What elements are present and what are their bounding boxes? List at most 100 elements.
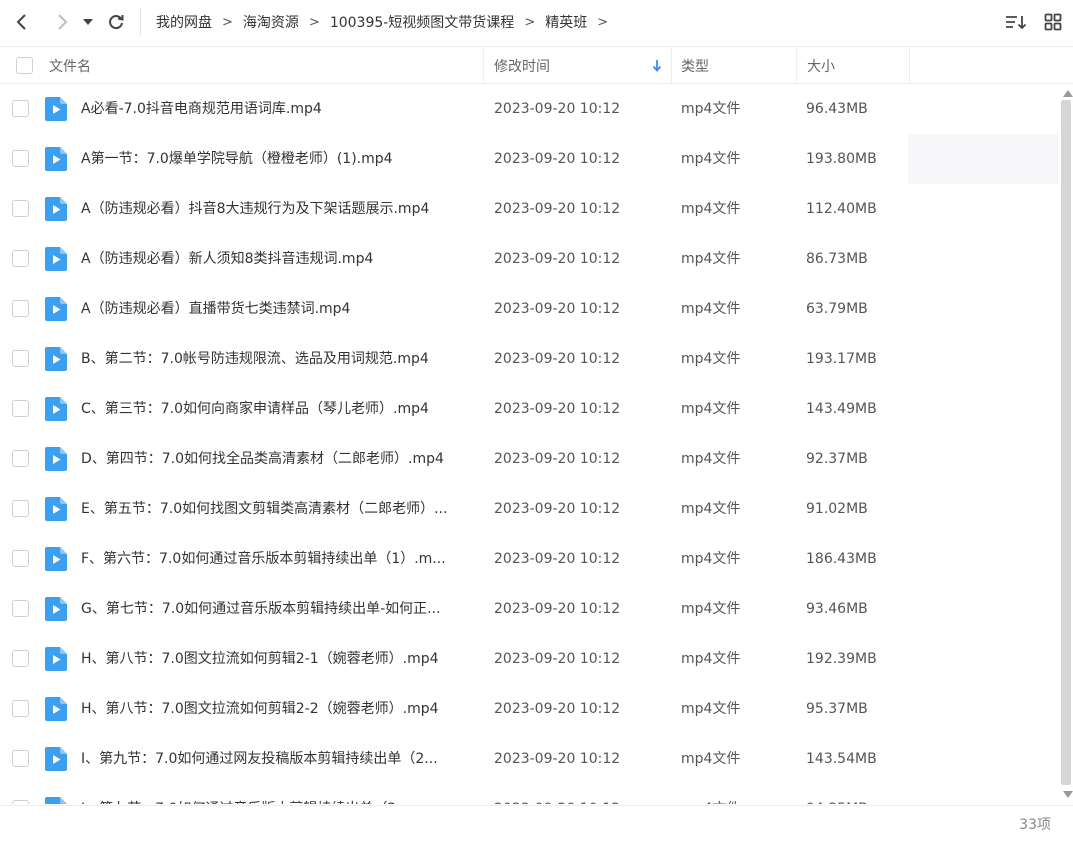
file-type: mp4文件: [681, 351, 741, 367]
file-type: mp4文件: [681, 451, 741, 467]
vertical-scrollbar[interactable]: [1060, 84, 1073, 804]
row-checkbox[interactable]: [12, 400, 29, 417]
status-bar: 33项: [0, 805, 1073, 844]
file-name[interactable]: B、第二节：7.0帐号防违规限流、选品及用词规范.mp4: [81, 334, 473, 384]
file-row[interactable]: H、第八节：7.0图文拉流如何剪辑2-1（婉蓉老师）.mp4 2023-09-2…: [0, 634, 1060, 684]
file-name[interactable]: I、第九节：7.0如何通过音乐版本剪辑持续出单（2...: [81, 784, 473, 804]
file-type: mp4文件: [681, 501, 741, 517]
row-checkbox[interactable]: [12, 100, 29, 117]
file-modified-time: 2023-09-20 10:12: [494, 351, 621, 367]
breadcrumb-separator: >: [524, 14, 536, 30]
column-header-size[interactable]: 大小: [807, 47, 835, 84]
video-file-icon: [45, 97, 67, 121]
file-row[interactable]: G、第七节：7.0如何通过音乐版本剪辑持续出单-如何正... 2023-09-2…: [0, 584, 1060, 634]
video-file-icon: [45, 347, 67, 371]
file-row[interactable]: F、第六节：7.0如何通过音乐版本剪辑持续出单（1）.m... 2023-09-…: [0, 534, 1060, 584]
file-row[interactable]: I、第九节：7.0如何通过网友投稿版本剪辑持续出单（2... 2023-09-2…: [0, 734, 1060, 784]
file-size: 93.46MB: [806, 601, 868, 617]
column-header-name[interactable]: 文件名: [49, 47, 91, 84]
file-name[interactable]: A（防违规必看）新人须知8类抖音违规词.mp4: [81, 234, 473, 284]
file-name[interactable]: A第一节：7.0爆单学院导航（橙橙老师）(1).mp4: [81, 134, 473, 184]
file-size: 143.49MB: [806, 401, 877, 417]
column-resize-handle[interactable]: [796, 47, 797, 84]
history-dropdown-icon[interactable]: [78, 10, 98, 34]
file-row[interactable]: A必看-7.0抖音电商规范用语词库.mp4 2023-09-20 10:12 m…: [0, 84, 1060, 134]
row-checkbox[interactable]: [12, 200, 29, 217]
file-row[interactable]: E、第五节：7.0如何找图文剪辑类高清素材（二郎老师）... 2023-09-2…: [0, 484, 1060, 534]
file-size: 95.37MB: [806, 701, 868, 717]
breadcrumb-item-haitao[interactable]: 海淘资源: [243, 12, 299, 32]
file-type: mp4文件: [681, 784, 740, 804]
file-size: 186.43MB: [806, 551, 877, 567]
video-file-icon: [45, 297, 67, 321]
row-checkbox[interactable]: [12, 300, 29, 317]
breadcrumb-separator: >: [597, 14, 609, 30]
file-size: 96.43MB: [806, 101, 868, 117]
select-all-checkbox[interactable]: [16, 47, 33, 84]
breadcrumb-item-current[interactable]: 精英班: [545, 12, 587, 32]
file-row[interactable]: I、第九节：7.0如何通过音乐版本剪辑持续出单（2... 2023-09-20 …: [0, 784, 1060, 804]
column-header-type[interactable]: 类型: [681, 47, 709, 84]
breadcrumb-item-course[interactable]: 100395-短视频图文带货课程: [330, 12, 515, 32]
file-modified-time: 2023-09-20 10:12: [494, 401, 621, 417]
file-name[interactable]: A（防违规必看）抖音8大违规行为及下架话题展示.mp4: [81, 184, 473, 234]
file-modified-time: 2023-09-20 10:12: [494, 451, 621, 467]
file-size: 193.80MB: [806, 151, 877, 167]
file-list: A必看-7.0抖音电商规范用语词库.mp4 2023-09-20 10:12 m…: [0, 84, 1060, 804]
video-file-icon: [45, 497, 67, 521]
file-row[interactable]: A（防违规必看）抖音8大违规行为及下架话题展示.mp4 2023-09-20 1…: [0, 184, 1060, 234]
row-checkbox[interactable]: [12, 750, 29, 767]
row-checkbox[interactable]: [12, 350, 29, 367]
file-row[interactable]: A（防违规必看）新人须知8类抖音违规词.mp4 2023-09-20 10:12…: [0, 234, 1060, 284]
file-name[interactable]: D、第四节：7.0如何找全品类高清素材（二郎老师）.mp4: [81, 434, 473, 484]
column-header-modified[interactable]: 修改时间: [494, 47, 550, 84]
video-file-icon: [45, 397, 67, 421]
column-resize-handle[interactable]: [671, 47, 672, 84]
row-checkbox[interactable]: [12, 500, 29, 517]
file-row[interactable]: A第一节：7.0爆单学院导航（橙橙老师）(1).mp4 2023-09-20 1…: [0, 134, 1060, 184]
file-name[interactable]: H、第八节：7.0图文拉流如何剪辑2-2（婉蓉老师）.mp4: [81, 684, 473, 734]
grid-view-icon[interactable]: [1041, 11, 1065, 33]
column-resize-handle[interactable]: [909, 47, 910, 84]
row-checkbox[interactable]: [12, 700, 29, 717]
file-modified-time: 2023-09-20 10:12: [494, 101, 621, 117]
checkbox[interactable]: [16, 57, 33, 74]
file-row[interactable]: B、第二节：7.0帐号防违规限流、选品及用词规范.mp4 2023-09-20 …: [0, 334, 1060, 384]
file-name[interactable]: E、第五节：7.0如何找图文剪辑类高清素材（二郎老师）...: [81, 484, 473, 534]
scrollbar-thumb[interactable]: [1061, 100, 1071, 785]
scroll-up-arrow-icon[interactable]: [1063, 90, 1073, 97]
row-checkbox[interactable]: [12, 600, 29, 617]
video-file-icon: [45, 247, 67, 271]
video-file-icon: [45, 747, 67, 771]
file-name[interactable]: A（防违规必看）直播带货七类违禁词.mp4: [81, 284, 473, 334]
file-name[interactable]: A必看-7.0抖音电商规范用语词库.mp4: [81, 84, 473, 134]
sort-down-arrow-icon[interactable]: [652, 47, 662, 84]
breadcrumb-separator: >: [308, 14, 320, 30]
row-checkbox[interactable]: [12, 250, 29, 267]
breadcrumb-item-root[interactable]: 我的网盘: [156, 12, 212, 32]
row-checkbox[interactable]: [12, 150, 29, 167]
file-name[interactable]: F、第六节：7.0如何通过音乐版本剪辑持续出单（1）.m...: [81, 534, 473, 584]
file-row[interactable]: A（防违规必看）直播带货七类违禁词.mp4 2023-09-20 10:12 m…: [0, 284, 1060, 334]
row-checkbox[interactable]: [12, 450, 29, 467]
row-checkbox[interactable]: [12, 550, 29, 567]
file-row[interactable]: D、第四节：7.0如何找全品类高清素材（二郎老师）.mp4 2023-09-20…: [0, 434, 1060, 484]
file-name[interactable]: G、第七节：7.0如何通过音乐版本剪辑持续出单-如何正...: [81, 584, 473, 634]
file-type: mp4文件: [681, 701, 741, 717]
scroll-down-arrow-icon[interactable]: [1063, 791, 1073, 798]
video-file-icon: [45, 447, 67, 471]
file-name[interactable]: H、第八节：7.0图文拉流如何剪辑2-1（婉蓉老师）.mp4: [81, 634, 473, 684]
file-row[interactable]: H、第八节：7.0图文拉流如何剪辑2-2（婉蓉老师）.mp4 2023-09-2…: [0, 684, 1060, 734]
file-size: 94.35MB: [806, 784, 868, 804]
back-icon[interactable]: [10, 10, 34, 34]
file-name[interactable]: C、第三节：7.0如何向商家申请样品（琴儿老师）.mp4: [81, 384, 473, 434]
column-resize-handle[interactable]: [483, 47, 484, 84]
file-name[interactable]: I、第九节：7.0如何通过网友投稿版本剪辑持续出单（2...: [81, 734, 473, 784]
video-file-icon: [45, 697, 67, 721]
sort-order-icon[interactable]: [1004, 11, 1028, 33]
file-row[interactable]: C、第三节：7.0如何向商家申请样品（琴儿老师）.mp4 2023-09-20 …: [0, 384, 1060, 434]
forward-icon[interactable]: [50, 10, 74, 34]
row-checkbox[interactable]: [12, 800, 29, 804]
row-checkbox[interactable]: [12, 650, 29, 667]
refresh-icon[interactable]: [104, 10, 128, 34]
